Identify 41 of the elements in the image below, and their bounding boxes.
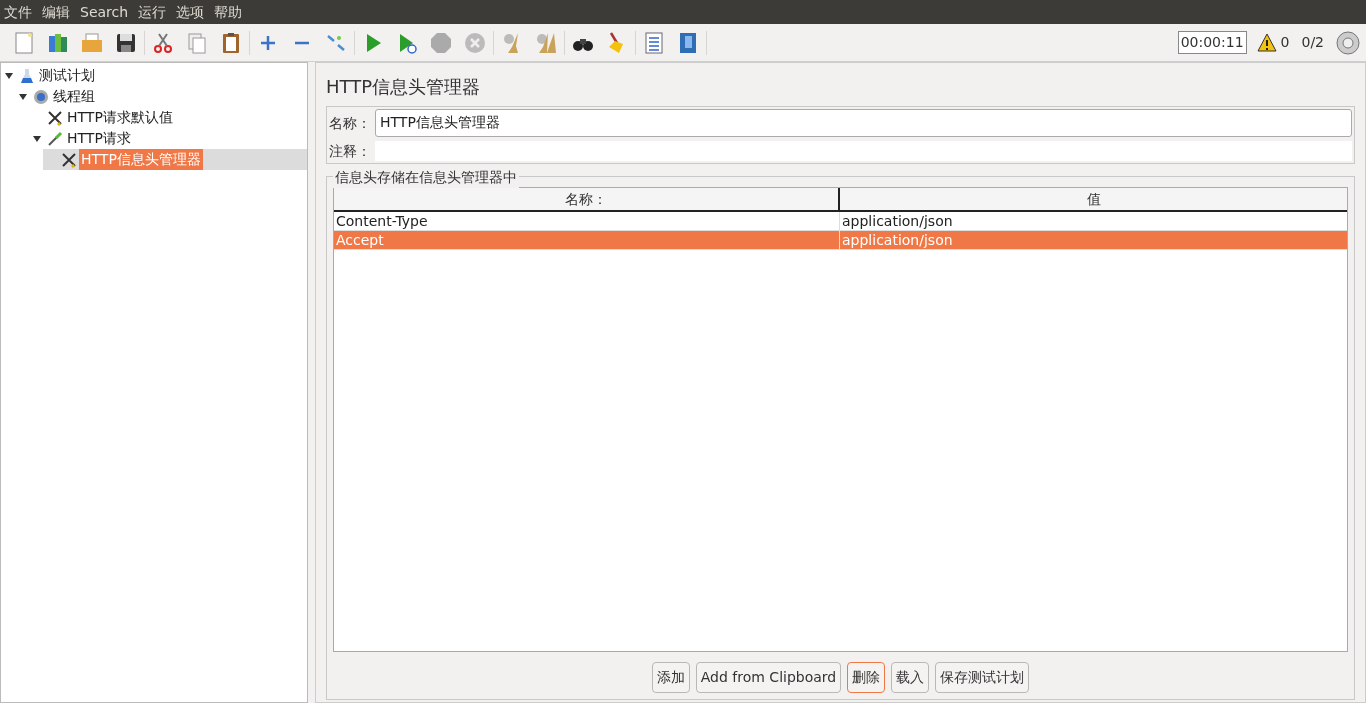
- action-button[interactable]: Add from Clipboard: [695, 662, 842, 693]
- pipette-icon: [47, 130, 63, 147]
- comment-label: 注释：: [329, 141, 371, 161]
- expanded-arrow-icon[interactable]: [33, 134, 41, 143]
- tree-item[interactable]: 线程组: [51, 86, 97, 107]
- stop-icon[interactable]: [429, 30, 453, 55]
- action-button[interactable]: 添加: [651, 662, 690, 693]
- table-cell: Content-Type: [334, 212, 840, 230]
- table-cell: Accept: [334, 231, 840, 249]
- table-cell-text: application/json: [841, 231, 954, 249]
- folder-icon[interactable]: [80, 30, 104, 55]
- list-icon[interactable]: [642, 30, 666, 55]
- tools-icon: [61, 151, 77, 168]
- expanded-arrow-icon[interactable]: [5, 71, 13, 80]
- warning-count: 0: [1280, 33, 1290, 52]
- status-circle-icon[interactable]: [1336, 30, 1360, 55]
- column-header[interactable]: 值: [840, 188, 1347, 210]
- name-label: 名称：: [329, 113, 371, 133]
- column-header[interactable]: 名称：: [334, 188, 840, 210]
- expanded-arrow-icon[interactable]: [19, 92, 27, 101]
- name-field[interactable]: HTTP信息头管理器: [375, 109, 1352, 137]
- action-button[interactable]: 保存测试计划: [935, 662, 1030, 693]
- tree-item[interactable]: HTTP请求: [65, 128, 133, 149]
- group-title: 信息头存储在信息头管理器中: [333, 167, 519, 188]
- menu-item[interactable]: Search: [80, 1, 129, 23]
- tools-icon: [47, 109, 63, 126]
- flask-icon: [19, 67, 35, 84]
- menu-item[interactable]: 编辑: [42, 1, 70, 23]
- thread-count: 0/2: [1301, 33, 1324, 52]
- action-button[interactable]: 删除: [847, 662, 886, 693]
- warning-icon: [1256, 32, 1277, 53]
- menu-item[interactable]: 运行: [138, 1, 167, 23]
- menu-item[interactable]: 选项: [176, 1, 205, 23]
- tree-item[interactable]: HTTP请求默认值: [65, 107, 175, 128]
- menu-item[interactable]: 帮助: [214, 1, 243, 23]
- action-button[interactable]: 载入: [891, 662, 930, 693]
- menu-item[interactable]: 文件: [4, 1, 32, 23]
- panel-title: HTTP信息头管理器: [326, 75, 482, 99]
- tree-item[interactable]: 测试计划: [37, 65, 97, 86]
- elapsed-time-field: 00:00:11: [1177, 31, 1247, 54]
- table-cell-text: application/json: [841, 212, 954, 230]
